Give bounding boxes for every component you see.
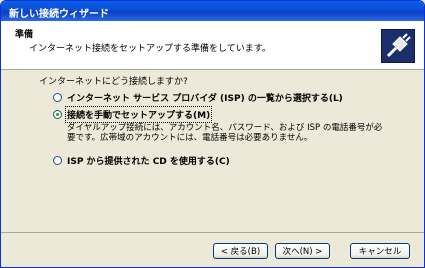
wizard-window: 新しい接続ウィザード 準備 インターネット接続をセットアップする準備をしています… (0, 0, 425, 268)
back-button[interactable]: < 戻る(B) (213, 243, 268, 259)
page-subtitle: インターネット接続をセットアップする準備をしています。 (29, 44, 271, 54)
wizard-footer: < 戻る(B) 次へ(N) > キャンセル (1, 232, 424, 267)
option-isp-cd-label: ISP から提供された CD を使用する(C) (67, 157, 230, 167)
cancel-button[interactable]: キャンセル (350, 243, 410, 259)
option-isp-cd[interactable]: ISP から提供された CD を使用する(C) (53, 154, 230, 167)
option-isp-list-label: インターネット サービス プロバイダ (ISP) の一覧から選択する(L) (67, 94, 343, 104)
next-button[interactable]: 次へ(N) > (275, 243, 330, 259)
option-manual-setup-label: 接続を手動でセットアップする(M) (64, 106, 213, 123)
title-bar[interactable]: 新しい接続ウィザード (1, 1, 424, 21)
option-isp-list[interactable]: インターネット サービス プロバイダ (ISP) の一覧から選択する(L) (53, 91, 343, 104)
radio-button[interactable] (53, 156, 62, 165)
option-manual-setup[interactable]: 接続を手動でセットアップする(M) (53, 106, 213, 123)
wizard-body: インターネットにどう接続しますか? インターネット サービス プロバイダ (IS… (1, 70, 424, 230)
page-title: 準備 (15, 30, 34, 40)
question-label: インターネットにどう接続しますか? (39, 77, 188, 87)
option-manual-setup-description: ダイヤルアップ接続には、アカウント名、パスワード、および ISP の電話番号が必… (67, 123, 383, 143)
wizard-header: 準備 インターネット接続をセットアップする準備をしています。 (1, 21, 424, 70)
radio-button-selected[interactable] (53, 110, 62, 119)
network-plug-icon (381, 29, 415, 63)
radio-button[interactable] (53, 93, 62, 102)
window-title: 新しい接続ウィザード (9, 9, 109, 20)
